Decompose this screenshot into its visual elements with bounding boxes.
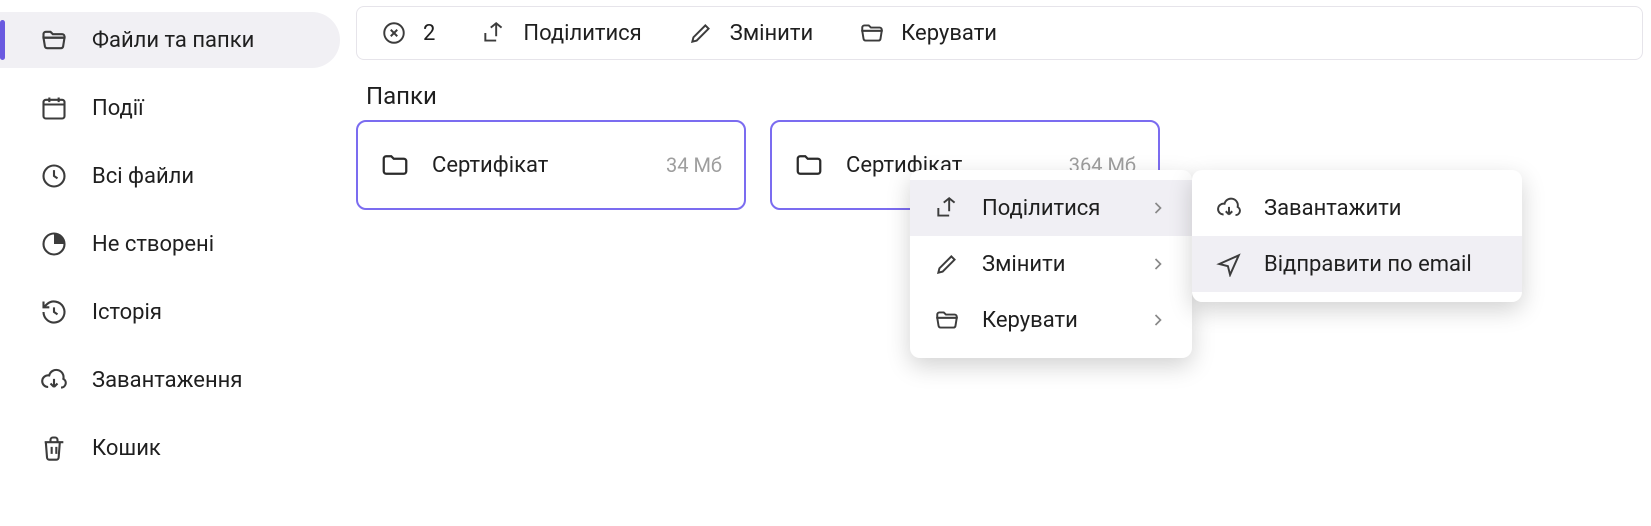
sidebar-item-label: Файли та папки	[92, 28, 328, 53]
share-icon	[934, 195, 960, 221]
folder-card[interactable]: Сертифікат 34 Мб	[356, 120, 746, 210]
manage-label: Керувати	[901, 21, 997, 46]
sidebar-item-trash[interactable]: Кошик	[0, 420, 340, 476]
folder-icon	[794, 150, 824, 180]
share-submenu: Завантажити Відправити по email	[1192, 170, 1522, 302]
sidebar-item-label: Кошик	[92, 436, 328, 461]
sidebar-item-label: Всі файли	[92, 164, 328, 189]
pencil-icon	[688, 20, 714, 46]
sidebar-item-label: Не створені	[92, 232, 328, 257]
selection-count: 2	[423, 21, 435, 46]
submenu-item-download[interactable]: Завантажити	[1192, 180, 1522, 236]
trash-icon	[40, 434, 68, 462]
close-circle-icon	[381, 20, 407, 46]
download-cloud-icon	[1216, 195, 1242, 221]
submenu-item-email[interactable]: Відправити по email	[1192, 236, 1522, 292]
sidebar-item-history[interactable]: Історія	[0, 284, 340, 340]
sidebar-item-downloads[interactable]: Завантаження	[0, 352, 340, 408]
chevron-right-icon	[1148, 310, 1168, 330]
menu-item-label: Змінити	[982, 252, 1126, 277]
edit-label: Змінити	[730, 21, 813, 46]
clock-icon	[40, 162, 68, 190]
folder-open-icon	[40, 26, 68, 54]
menu-item-edit[interactable]: Змінити	[910, 236, 1192, 292]
menu-item-label: Керувати	[982, 308, 1126, 333]
send-icon	[1216, 251, 1242, 277]
manage-button[interactable]: Керувати	[859, 20, 997, 46]
sidebar-item-not-created[interactable]: Не створені	[0, 216, 340, 272]
menu-item-manage[interactable]: Керувати	[910, 292, 1192, 348]
folder-size: 34 Мб	[666, 153, 722, 177]
sidebar-item-events[interactable]: Події	[0, 80, 340, 136]
folder-icon	[380, 150, 410, 180]
chevron-right-icon	[1148, 198, 1168, 218]
selection-toolbar: 2 Поділитися Змінити Керувати	[356, 6, 1643, 60]
sidebar-item-label: Історія	[92, 300, 328, 325]
menu-item-share[interactable]: Поділитися	[910, 180, 1192, 236]
folder-open-icon	[859, 20, 885, 46]
download-cloud-icon	[40, 366, 68, 394]
submenu-item-label: Відправити по email	[1264, 252, 1498, 277]
share-button[interactable]: Поділитися	[481, 20, 641, 46]
main-content: 2 Поділитися Змінити Керувати Папки	[348, 0, 1651, 526]
pencil-icon	[934, 251, 960, 277]
progress-icon	[40, 230, 68, 258]
sidebar-item-label: Завантаження	[92, 368, 328, 393]
menu-item-label: Поділитися	[982, 196, 1126, 221]
sidebar-item-label: Події	[92, 96, 328, 121]
submenu-item-label: Завантажити	[1264, 196, 1498, 221]
edit-button[interactable]: Змінити	[688, 20, 813, 46]
history-icon	[40, 298, 68, 326]
section-title-folders: Папки	[348, 64, 1651, 120]
share-icon	[481, 20, 507, 46]
sidebar-item-files-folders[interactable]: Файли та папки	[0, 12, 340, 68]
folder-open-icon	[934, 307, 960, 333]
sidebar-item-all-files[interactable]: Всі файли	[0, 148, 340, 204]
sidebar: Файли та папки Події Всі файли Не створе…	[0, 0, 348, 526]
calendar-icon	[40, 94, 68, 122]
context-menu: Поділитися Змінити Керувати	[910, 170, 1192, 358]
chevron-right-icon	[1148, 254, 1168, 274]
folder-name: Сертифікат	[432, 153, 644, 178]
share-label: Поділитися	[523, 21, 641, 46]
clear-selection-button[interactable]: 2	[381, 20, 435, 46]
